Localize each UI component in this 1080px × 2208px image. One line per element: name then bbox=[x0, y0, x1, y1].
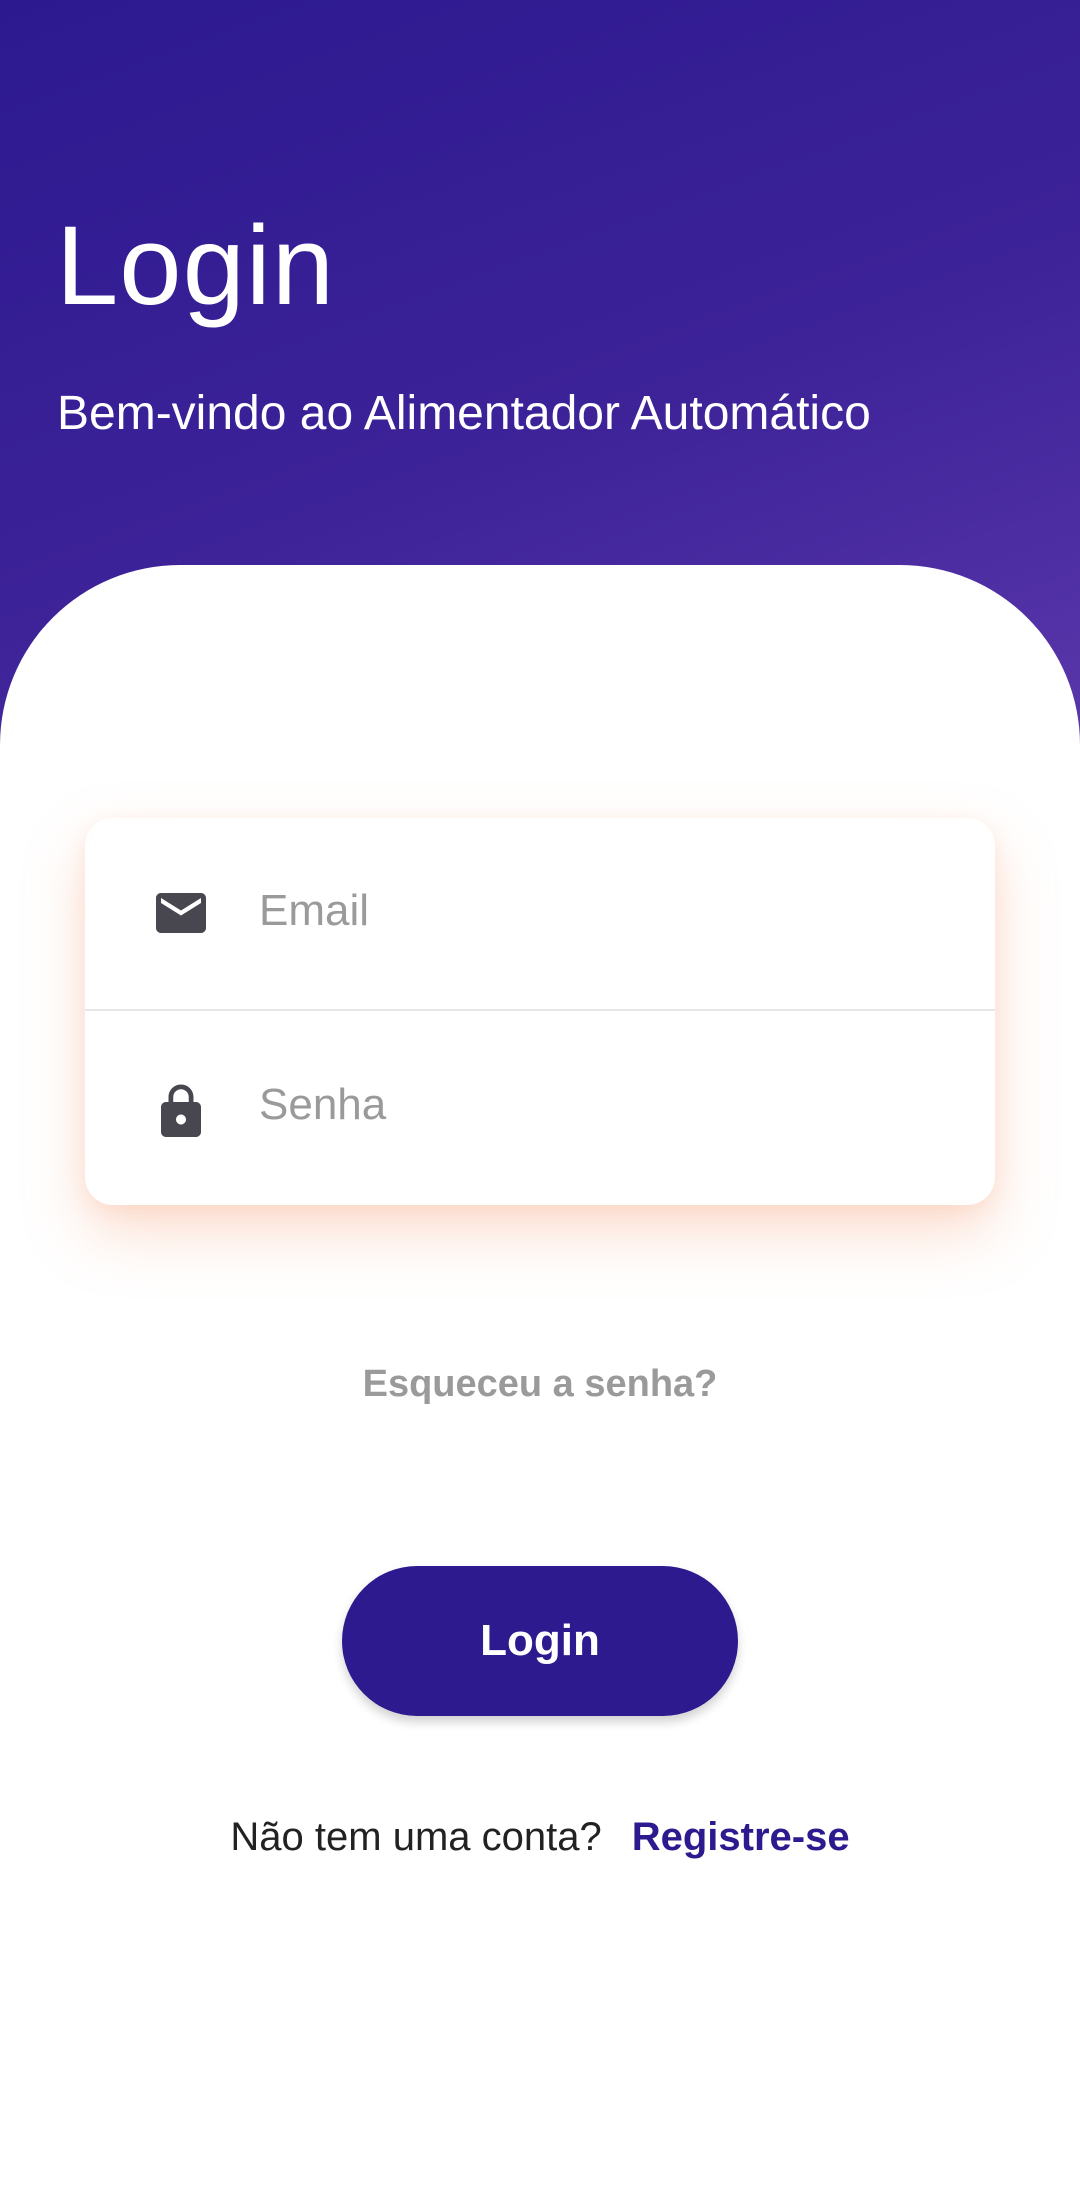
page-title: Login bbox=[56, 203, 336, 328]
signup-row: Não tem uma conta? Registre-se bbox=[0, 1817, 1080, 1857]
email-input[interactable] bbox=[259, 876, 959, 946]
password-field-row bbox=[85, 1012, 995, 1205]
register-link[interactable]: Registre-se bbox=[632, 1815, 850, 1859]
login-button[interactable]: Login bbox=[342, 1566, 738, 1716]
signup-prompt: Não tem uma conta? bbox=[230, 1815, 602, 1859]
forgot-password-link[interactable]: Esqueceu a senha? bbox=[0, 1363, 1080, 1406]
email-field-row bbox=[85, 818, 995, 1011]
lock-icon bbox=[161, 1084, 201, 1137]
page-subtitle: Bem-vindo ao Alimentador Automático bbox=[57, 387, 871, 440]
login-form-card bbox=[85, 818, 995, 1205]
password-input[interactable] bbox=[259, 1070, 959, 1140]
mail-icon bbox=[156, 893, 206, 933]
